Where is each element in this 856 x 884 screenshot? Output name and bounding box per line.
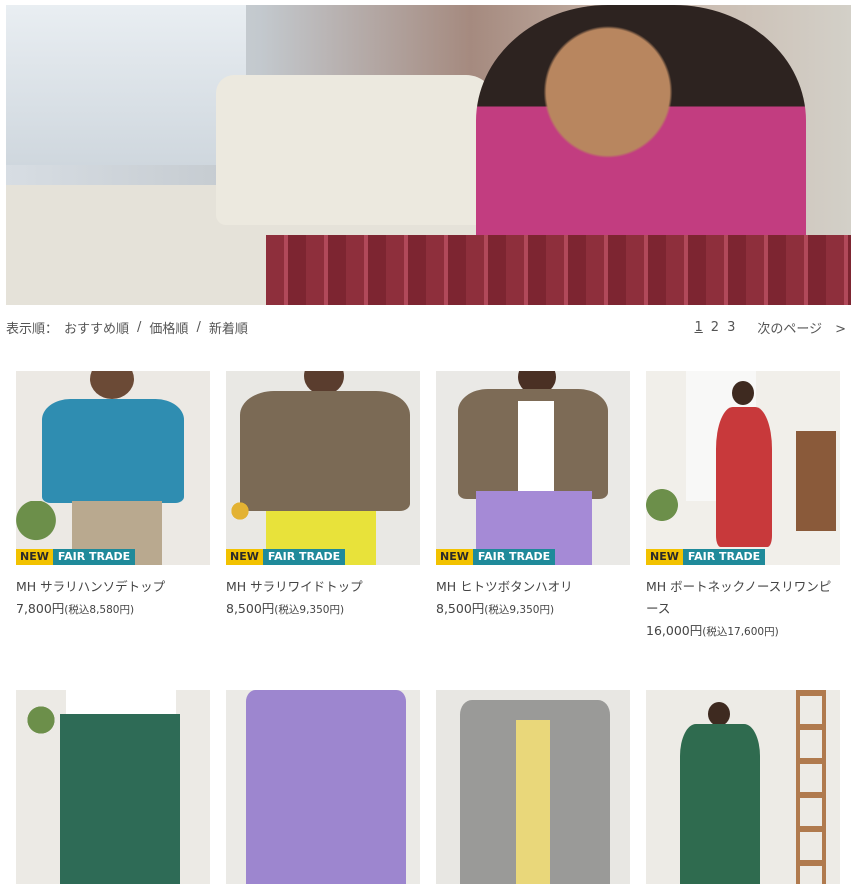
badge-group: NEW FAIR TRADE [226,549,346,565]
fair-trade-badge: FAIR TRADE [682,549,766,565]
fair-trade-badge: FAIR TRADE [262,549,346,565]
new-badge: NEW [436,549,473,565]
badge-group: NEW FAIR TRADE [16,549,136,565]
sort-separator: / [196,320,201,335]
price-value: 8,500円 [226,601,275,616]
sort-prefix: 表示順： [6,322,59,337]
sort-option-newest[interactable]: 新着順 [209,318,248,337]
window-backdrop [6,5,246,165]
product-name[interactable]: MH サラリハンソデトップ [16,576,210,598]
product-image[interactable] [646,690,840,884]
product-name[interactable]: MH サラリワイドトップ [226,576,420,598]
sort-option-price[interactable]: 価格順 [149,318,188,337]
sort-separator: / [137,320,142,335]
hero-banner-image [6,5,851,305]
product-card[interactable]: NEW FAIR TRADE MH ヒトツボタンハオリ 8,500円(税込9,3… [436,371,630,621]
sort-option-recommended[interactable]: おすすめ順 [64,318,129,337]
fair-trade-badge: FAIR TRADE [472,549,556,565]
product-card[interactable] [646,690,840,884]
page-link-2[interactable]: 2 [711,320,719,335]
fair-trade-badge: FAIR TRADE [52,549,136,565]
product-image[interactable]: NEW FAIR TRADE [646,371,840,565]
product-card[interactable]: NEW FAIR TRADE MH サラリワイドトップ 8,500円(税込9,3… [226,371,420,621]
next-page-link[interactable]: 次のページ > [757,318,846,337]
price-tax-included: (税込9,350円) [484,604,555,616]
page-link-1[interactable]: 1 [695,320,703,335]
sewing-machine [216,75,496,225]
product-name[interactable]: MH ボートネックノースリワンピース [646,576,838,620]
product-image[interactable] [226,690,420,884]
new-badge: NEW [16,549,53,565]
price-tax-included: (税込17,600円) [702,626,779,638]
badge-group: NEW FAIR TRADE [646,549,766,565]
new-badge: NEW [646,549,683,565]
product-price: 8,500円(税込9,350円) [226,598,420,621]
product-card[interactable] [16,690,210,884]
product-card[interactable]: NEW FAIR TRADE MH ボートネックノースリワンピース 16,000… [646,371,840,643]
product-price: 7,800円(税込8,580円) [16,598,210,621]
product-image[interactable]: NEW FAIR TRADE [226,371,420,565]
price-value: 7,800円 [16,601,65,616]
sort-bar: 表示順： おすすめ順 / 価格順 / 新着順 [6,318,248,337]
product-image[interactable] [436,690,630,884]
new-badge: NEW [226,549,263,565]
price-tax-included: (税込9,350円) [274,604,345,616]
badge-group: NEW FAIR TRADE [436,549,556,565]
product-image[interactable]: NEW FAIR TRADE [16,371,210,565]
price-value: 16,000円 [646,623,703,638]
product-card[interactable] [436,690,630,884]
product-image[interactable] [16,690,210,884]
pagination: 1 2 3 次のページ > [695,318,846,337]
price-value: 8,500円 [436,601,485,616]
product-price: 16,000円(税込17,600円) [646,620,840,643]
plaid-fabric [266,235,851,305]
product-name[interactable]: MH ヒトツボタンハオリ [436,576,630,598]
product-card[interactable]: NEW FAIR TRADE MH サラリハンソデトップ 7,800円(税込8,… [16,371,210,621]
product-image[interactable]: NEW FAIR TRADE [436,371,630,565]
page-link-3[interactable]: 3 [727,320,735,335]
product-card[interactable] [226,690,420,884]
product-price: 8,500円(税込9,350円) [436,598,630,621]
price-tax-included: (税込8,580円) [64,604,135,616]
